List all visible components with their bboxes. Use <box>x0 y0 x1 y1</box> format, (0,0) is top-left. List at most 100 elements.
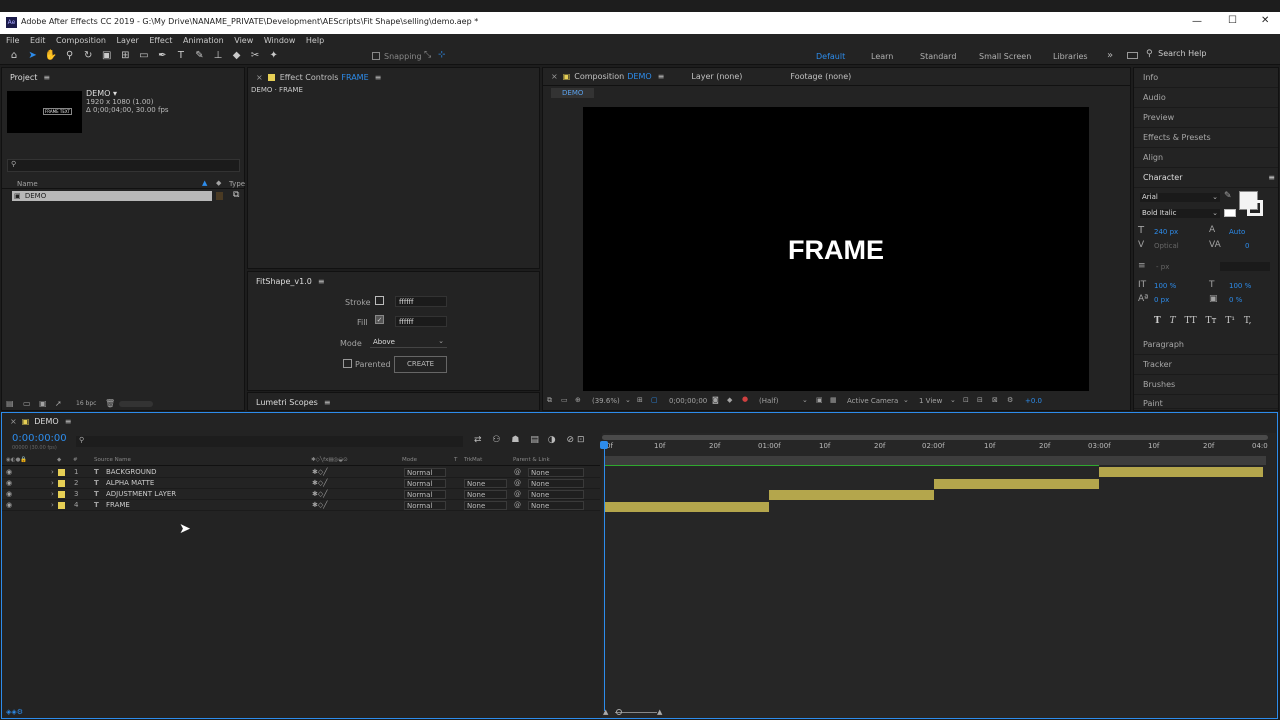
layer-mode-dropdown[interactable]: Normal <box>404 490 446 499</box>
graph-editor-icon[interactable]: ⊘ <box>566 435 574 445</box>
panel-menu-icon[interactable]: ≡ <box>324 398 331 407</box>
layer-bar-background[interactable] <box>1099 467 1263 477</box>
character-panel-header[interactable]: Character ≡ <box>1134 168 1278 188</box>
stroke-checkbox[interactable] <box>375 296 384 305</box>
eye-icon[interactable]: ◉ <box>6 500 12 511</box>
effect-controls-tab[interactable]: Effect Controls <box>280 73 339 82</box>
interpret-footage-icon[interactable]: ▤ <box>6 399 14 408</box>
workspace-learn[interactable]: Learn <box>871 52 893 61</box>
audio-panel[interactable]: Audio <box>1134 88 1278 108</box>
font-family-dropdown[interactable]: Arial ⌄ <box>1140 193 1220 202</box>
layer-mode-dropdown[interactable]: Normal <box>404 501 446 510</box>
menu-view[interactable]: View <box>234 36 253 45</box>
layer-row-background[interactable]: ◉ › 1 T BACKGROUND ✱◇╱ Normal @ None <box>2 467 600 478</box>
show-snapshot-icon[interactable]: ◆ <box>727 396 732 404</box>
selection-tool-icon[interactable]: ➤ <box>26 49 40 63</box>
composition-tab-target[interactable]: DEMO <box>627 72 651 81</box>
tracker-panel[interactable]: Tracker <box>1134 355 1278 375</box>
layer-row-adjustment-layer[interactable]: ◉ › 3 T ADJUSTMENT LAYER ✱◇╱ Normal None… <box>2 489 600 500</box>
composition-viewer[interactable]: FRAME <box>583 107 1089 391</box>
column-source-name[interactable]: Source Name <box>94 457 131 463</box>
paint-panel[interactable]: Paint <box>1134 395 1278 409</box>
label-color-swatch[interactable] <box>216 192 223 200</box>
label-color-swatch[interactable] <box>58 502 65 509</box>
monitor-icon[interactable]: ▭ <box>561 396 568 404</box>
layer-name[interactable]: BACKGROUND <box>106 467 157 478</box>
grid-icon[interactable]: ⊞ <box>637 396 643 404</box>
fill-color-input[interactable]: ffffff <box>395 316 447 327</box>
stroke-style-dropdown[interactable] <box>1220 262 1270 271</box>
column-t[interactable]: T <box>454 457 457 463</box>
eyedropper-icon[interactable]: ✎ <box>1224 191 1232 201</box>
effects-presets-panel[interactable]: Effects & Presets <box>1134 128 1278 148</box>
time-graph[interactable]: 0f 10f 20f 01:00f 10f 20f 02:00f 10f 20f… <box>600 433 1276 718</box>
leading-value[interactable]: Auto <box>1229 228 1245 236</box>
layer-name[interactable]: FRAME <box>106 500 130 511</box>
layer-switches-icon[interactable]: ✱◇╱ <box>312 500 327 511</box>
current-time-indicator[interactable] <box>604 441 605 711</box>
roto-brush-tool-icon[interactable]: ✂ <box>248 49 262 63</box>
home-icon[interactable]: ⌂ <box>7 49 21 63</box>
pan-behind-tool-icon[interactable]: ⊞ <box>118 49 132 63</box>
menu-effect[interactable]: Effect <box>149 36 172 45</box>
frame-text-layer[interactable]: FRAME <box>583 235 1089 266</box>
stroke-color-swatch[interactable] <box>1247 200 1263 216</box>
layer-trkmat-dropdown[interactable]: None <box>464 490 507 499</box>
panel-menu-icon[interactable]: ≡ <box>43 73 50 82</box>
horizontal-scale-value[interactable]: 100 % <box>1229 282 1251 290</box>
create-button[interactable]: CREATE <box>394 356 447 373</box>
workspace-small-screen[interactable]: Small Screen <box>979 52 1031 61</box>
column-mode[interactable]: Mode <box>402 457 417 463</box>
timeline-tab[interactable]: DEMO <box>34 417 58 426</box>
project-item-name[interactable]: DEMO ▾ <box>86 89 117 98</box>
superscript-button[interactable]: T¹ <box>1225 316 1235 326</box>
always-preview-icon[interactable]: ⧉ <box>547 396 552 405</box>
mask-visibility-icon[interactable]: ⊕ <box>575 396 581 404</box>
panel-menu-icon[interactable]: ≡ <box>1268 168 1275 188</box>
resolution-dropdown[interactable]: (Half) <box>759 397 778 405</box>
eye-icon[interactable]: ◉ <box>6 489 12 500</box>
expand-arrow-icon[interactable]: › <box>51 467 54 478</box>
parented-checkbox[interactable] <box>343 359 352 368</box>
parent-pickwhip-icon[interactable]: @ <box>514 478 521 489</box>
column-type[interactable]: Type <box>229 180 245 188</box>
transparency-grid-icon[interactable]: ▦ <box>830 396 837 404</box>
stroke-width-value[interactable]: - px <box>1156 263 1169 271</box>
snapshot-icon[interactable]: ◙ <box>712 396 719 404</box>
zoom-tool-icon[interactable]: ⚲ <box>63 49 77 63</box>
label-color-swatch[interactable] <box>58 491 65 498</box>
rotate-tool-icon[interactable]: ↻ <box>81 49 95 63</box>
menu-composition[interactable]: Composition <box>56 36 106 45</box>
menu-animation[interactable]: Animation <box>183 36 224 45</box>
parent-pickwhip-icon[interactable]: @ <box>514 489 521 500</box>
graph-editor-toggle-icon[interactable]: ⊡ <box>577 435 585 445</box>
paragraph-panel[interactable]: Paragraph <box>1134 335 1278 355</box>
panel-menu-icon[interactable]: ≡ <box>375 73 382 82</box>
layer-trkmat-dropdown[interactable]: None <box>464 501 507 510</box>
column-parent[interactable]: Parent & Link <box>513 457 550 463</box>
layer-trkmat-dropdown[interactable]: None <box>464 479 507 488</box>
lumetri-title[interactable]: Lumetri Scopes <box>256 398 318 407</box>
motion-blur-icon[interactable]: ◑ <box>548 435 556 445</box>
close-tab-icon[interactable]: × <box>551 72 558 81</box>
close-button[interactable]: ✕ <box>1261 15 1269 26</box>
layer-switches-icon[interactable]: ✱◇╱ <box>312 489 327 500</box>
zoom-in-icon[interactable]: ▲ <box>657 708 662 716</box>
snap-options-icon[interactable]: ⤡ <box>424 50 431 60</box>
layer-switches-icon[interactable]: ✱◇╱ <box>312 478 327 489</box>
font-style-dropdown[interactable]: Bold Italic ⌄ <box>1140 209 1220 218</box>
type-tool-icon[interactable]: T <box>174 49 188 63</box>
layer-tab[interactable]: Layer (none) <box>691 72 742 81</box>
new-composition-icon[interactable]: ▣ <box>39 399 47 408</box>
layer-parent-dropdown[interactable]: None <box>528 468 584 477</box>
workspace-more-icon[interactable]: » <box>1107 50 1113 61</box>
frame-blending-icon[interactable]: ▤ <box>530 435 539 445</box>
layer-parent-dropdown[interactable]: None <box>528 479 584 488</box>
expand-arrow-icon[interactable]: › <box>51 489 54 500</box>
clone-stamp-tool-icon[interactable]: ⊥ <box>211 49 225 63</box>
hand-tool-icon[interactable]: ✋ <box>44 49 58 63</box>
baseline-shift-value[interactable]: 0 px <box>1154 296 1169 304</box>
fitshape-title[interactable]: FitShape_v1.0 <box>256 277 312 286</box>
fill-checkbox[interactable]: ✓ <box>375 315 384 324</box>
bpc-label[interactable]: 16 bpc <box>76 400 96 407</box>
